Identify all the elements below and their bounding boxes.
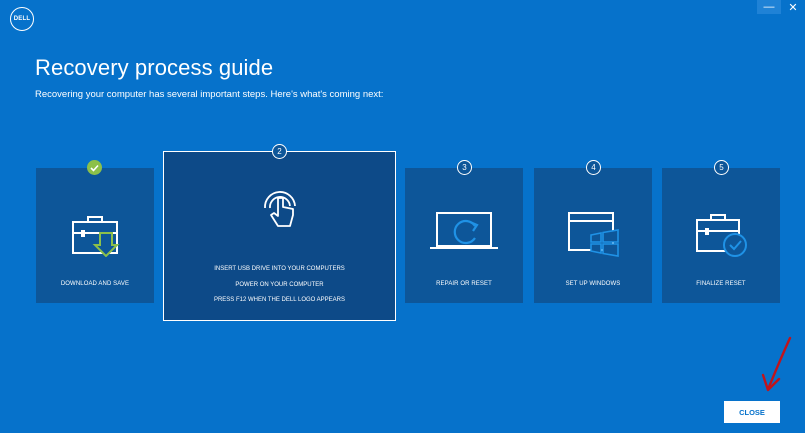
- step-label-repair-reset: REPAIR OR RESET: [436, 281, 492, 287]
- instruction-press-f12: PRESS F12 WHEN THE DELL LOGO APPEARS: [213, 297, 346, 303]
- windows-setup-icon: [568, 212, 619, 257]
- annotation-arrow-icon: [761, 336, 792, 392]
- step-label-download: DOWNLOAD AND SAVE: [60, 281, 130, 287]
- step-number-badge: 2: [272, 144, 287, 159]
- step-card-usb-boot: INSERT USB DRIVE INTO YOUR COMPUTERS POW…: [163, 151, 396, 321]
- step-card-download: DOWNLOAD AND SAVE: [36, 168, 154, 303]
- page-title: Recovery process guide: [35, 55, 274, 80]
- logo-text: DELL: [13, 16, 31, 22]
- instruction-power-on: POWER ON YOUR COMPUTER: [235, 281, 324, 288]
- step-card-finalize-reset: FINALIZE RESET: [662, 168, 780, 303]
- window-controls: — ✕: [757, 0, 805, 14]
- step-label-set-up-windows: SET UP WINDOWS: [565, 281, 621, 287]
- step-card-repair-reset: REPAIR OR RESET: [405, 168, 523, 303]
- step-number-badge: 5: [714, 160, 729, 175]
- toolbox-check-icon: [696, 214, 747, 257]
- step-number-badge: 3: [457, 160, 472, 175]
- minimize-button[interactable]: —: [757, 0, 781, 14]
- close-window-button[interactable]: ✕: [781, 0, 805, 14]
- dell-logo: DELL: [10, 7, 34, 31]
- step-complete-check-icon: [87, 160, 102, 175]
- usb-boot-instructions: INSERT USB DRIVE INTO YOUR COMPUTERS POW…: [164, 262, 395, 309]
- step-number-badge: 4: [586, 160, 601, 175]
- close-button[interactable]: CLOSE: [724, 401, 780, 423]
- page-subtitle: Recovering your computer has several imp…: [35, 89, 384, 100]
- toolbox-download-icon: [72, 216, 120, 257]
- instruction-insert-usb: INSERT USB DRIVE INTO YOUR COMPUTERS: [214, 266, 345, 272]
- touch-hand-icon: [264, 191, 296, 227]
- step-card-set-up-windows: SET UP WINDOWS: [534, 168, 652, 303]
- step-label-finalize-reset: FINALIZE RESET: [696, 281, 746, 287]
- laptop-reset-icon: [430, 212, 498, 249]
